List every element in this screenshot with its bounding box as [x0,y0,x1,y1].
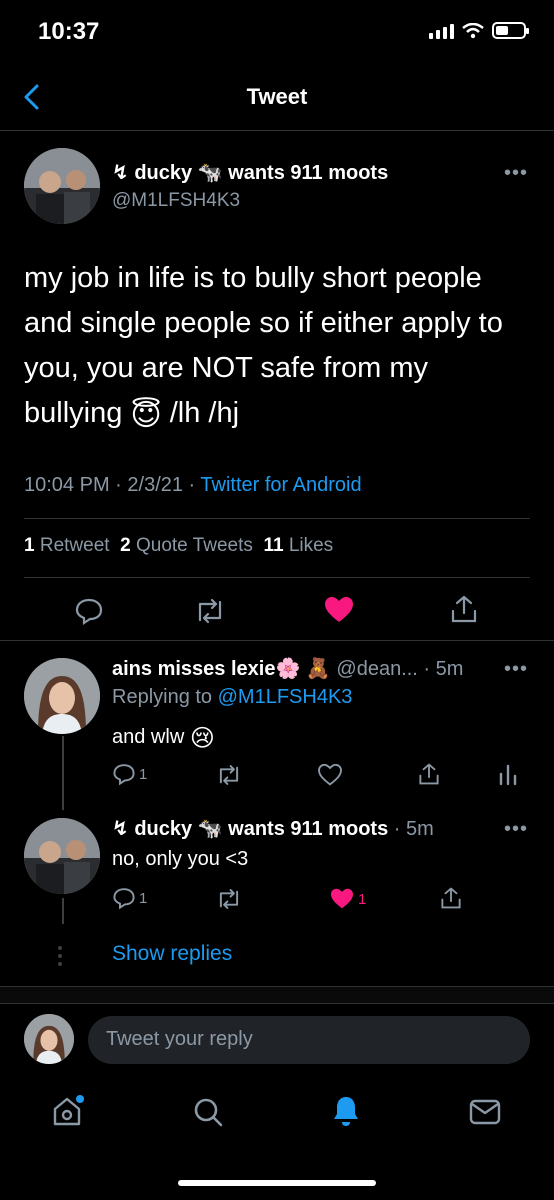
like-icon[interactable] [324,596,354,624]
share-icon[interactable] [450,594,478,624]
reply-avatar[interactable] [24,658,100,734]
status-time: 10:37 [38,18,100,45]
header-divider [0,130,554,131]
composer-divider [0,1003,554,1004]
reply-author-name[interactable]: ains misses lexie [112,658,275,680]
retweet-icon[interactable] [216,764,242,786]
messages-icon[interactable] [468,1098,502,1126]
crying-emoji: 😢 [189,725,215,752]
reply-text: no, only you <3 [112,848,249,870]
more-options-icon[interactable]: ••• [504,162,528,185]
reply-header: ↯ ducky 🐄 wants 911 moots · 5m [112,818,434,840]
page-title: Tweet [246,84,308,109]
reply-icon [113,764,135,786]
thread-line [62,736,64,810]
reply-input[interactable]: Tweet your reply [88,1016,530,1064]
signal-icon [429,23,454,39]
likes-stat[interactable]: 11 Likes [263,535,333,556]
analytics-icon[interactable] [498,764,518,786]
search-icon[interactable] [192,1096,224,1128]
cow-emoji: 🐄 [197,162,223,184]
thread-dots [58,946,64,966]
reply-more-icon[interactable]: ••• [504,658,528,681]
status-icons [429,22,529,39]
reply-author-handle[interactable]: @dean... [336,658,417,680]
reply-header: ains misses lexie🌸 🧸 @dean... · 5m [112,658,464,680]
halo-emoji: 😇 [130,399,162,432]
reply-reply-button[interactable]: 1 [112,886,147,910]
tweet-stats: 1 Retweet 2 Quote Tweets 11 Likes [24,535,333,557]
reply-like-button[interactable]: 1 [330,888,366,910]
replying-to: Replying to @M1LFSH4K3 [112,686,353,708]
reply-reply-button[interactable]: 1 [112,762,147,786]
reply-avatar[interactable] [24,818,100,894]
retweet-stat[interactable]: 1 Retweet [24,535,110,556]
my-avatar[interactable] [24,1014,74,1064]
notifications-icon[interactable] [330,1094,362,1128]
reply-time: 5m [406,818,434,840]
cow-emoji: 🐄 [197,818,223,840]
like-icon[interactable] [318,764,342,786]
author-name[interactable]: ↯ ducky 🐄 wants 911 moots [112,160,388,185]
actions-divider [0,640,554,641]
show-replies-link[interactable]: Show replies [112,942,232,966]
reply-icon[interactable] [74,596,104,626]
retweet-icon[interactable] [216,888,242,910]
flower-bear-emoji: 🌸 🧸 [275,658,331,680]
like-icon [331,888,353,909]
home-icon[interactable] [50,1094,84,1128]
thread-line [62,898,64,924]
next-reply-peek [0,987,554,1003]
share-icon[interactable] [418,762,440,786]
battery-icon [492,22,529,39]
reply-more-icon[interactable]: ••• [504,818,528,841]
stats-divider [24,577,530,578]
tweet-source[interactable]: Twitter for Android [200,474,361,496]
tweet-meta: 10:04 PM · 2/3/21 · Twitter for Android [24,474,362,496]
reply-author-name[interactable]: ↯ ducky 🐄 wants 911 moots [112,818,394,840]
retweet-icon[interactable] [194,598,226,624]
author-handle[interactable]: @M1LFSH4K3 [112,190,240,212]
tweet-date: 2/3/21 [127,474,183,496]
tweet-text: my job in life is to bully short people … [24,262,503,432]
share-icon[interactable] [440,886,462,910]
avatar[interactable] [24,148,100,224]
tweet-time: 10:04 PM [24,474,110,496]
reply-icon [113,888,135,910]
home-indicator [178,1180,376,1186]
wifi-icon [462,22,484,38]
reply-text: and wlw 😢 [112,725,215,752]
reply-time: 5m [435,658,464,680]
quote-tweets-stat[interactable]: 2 Quote Tweets [120,535,253,556]
meta-divider [24,518,530,519]
replying-to-handle[interactable]: @M1LFSH4K3 [218,686,353,708]
